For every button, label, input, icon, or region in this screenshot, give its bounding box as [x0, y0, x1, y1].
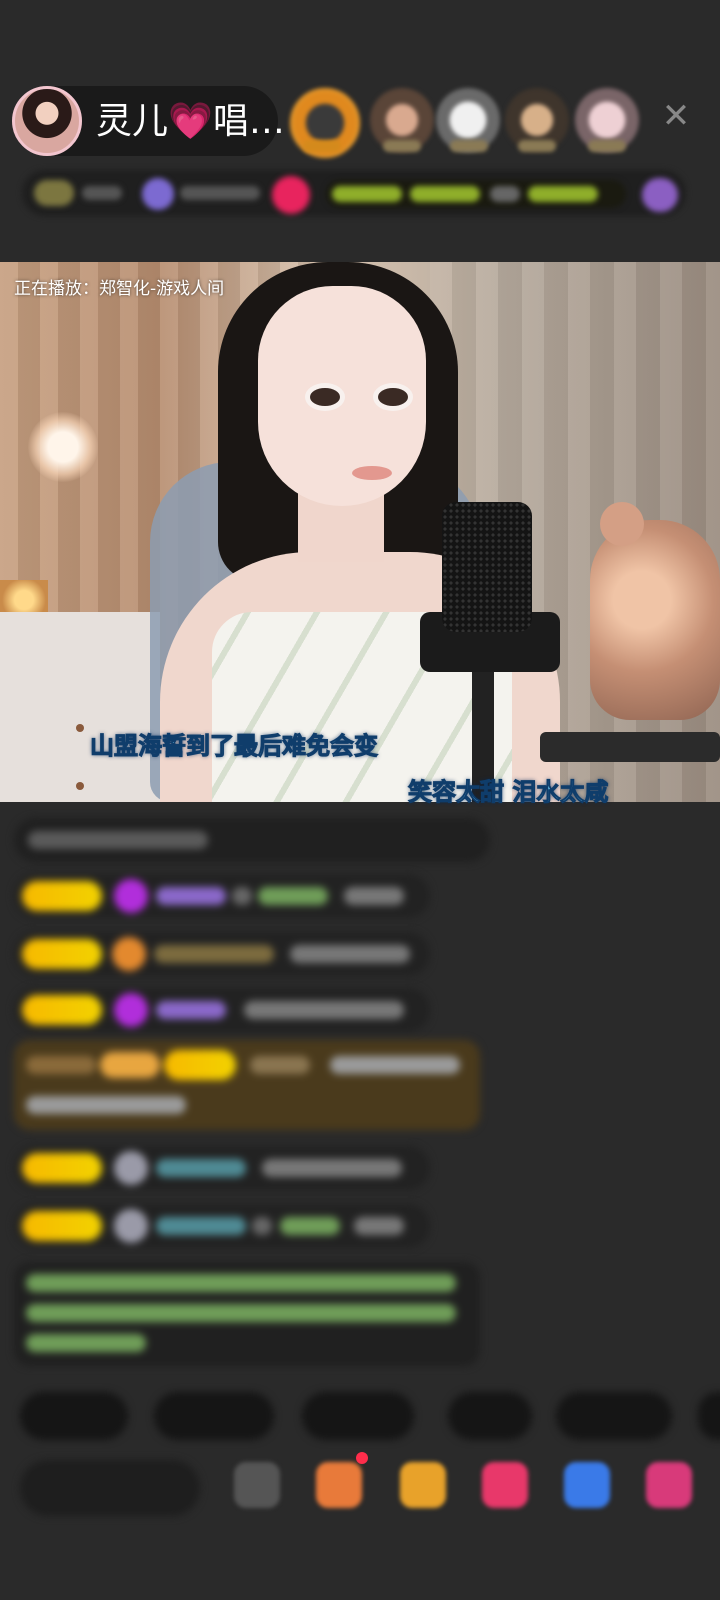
- fan-badge: [22, 1153, 102, 1183]
- host-name[interactable]: 灵儿💗唱…: [96, 100, 285, 144]
- share-icon[interactable]: [564, 1462, 610, 1508]
- viewer-rank-badge: [303, 140, 341, 152]
- host-avatar[interactable]: [12, 86, 82, 156]
- pk-icon[interactable]: [272, 176, 310, 214]
- now-playing-label: 正在播放：郑智化-游戏人间: [14, 279, 225, 299]
- popularity-text: [180, 186, 260, 200]
- streamer-eye: [310, 388, 340, 406]
- quick-reply-chip[interactable]: [556, 1392, 672, 1440]
- heart-icon: [114, 879, 148, 913]
- mic-boom: [540, 732, 720, 762]
- fan-badge: [22, 1211, 102, 1241]
- chat-message-vip[interactable]: [14, 1040, 480, 1130]
- lollipop-icon: [112, 937, 146, 971]
- teddy-bear: [590, 502, 720, 720]
- game-icon[interactable]: [482, 1462, 528, 1508]
- chat-message[interactable]: [14, 1204, 430, 1248]
- emoji-icon[interactable]: [234, 1462, 280, 1508]
- quick-reply-chip[interactable]: [448, 1392, 532, 1440]
- more-gift-icon[interactable]: [646, 1462, 692, 1508]
- fan-club-text: [410, 186, 480, 202]
- fan-badge: [22, 995, 102, 1025]
- fan-club-text: [490, 186, 520, 202]
- quick-reply-chip[interactable]: [154, 1392, 274, 1440]
- chat-message[interactable]: [14, 932, 430, 976]
- close-icon[interactable]: ✕: [660, 99, 692, 133]
- fan-badge: [164, 1050, 236, 1080]
- gift-icon[interactable]: [642, 178, 678, 212]
- popularity-icon: [142, 178, 174, 210]
- quick-reply-chip[interactable]: [302, 1392, 414, 1440]
- quick-reply-chip[interactable]: [698, 1392, 720, 1440]
- heart-icon: [114, 993, 148, 1027]
- viewer-rank-badge: [383, 140, 421, 152]
- rank-icon: [34, 180, 74, 206]
- chat-message[interactable]: [14, 988, 430, 1032]
- notification-dot: [356, 1452, 368, 1464]
- fan-club-text: [528, 186, 598, 202]
- viewer-rank-badge: [450, 140, 488, 152]
- rank-text: [82, 186, 122, 200]
- dresser: [0, 612, 160, 802]
- chat-message[interactable]: [14, 874, 430, 918]
- lyric-line: 山盟海誓到了最后难免会变: [90, 732, 379, 761]
- fan-club-text: [332, 186, 402, 202]
- viewer-rank-badge: [518, 140, 556, 152]
- shop-icon[interactable]: [316, 1462, 362, 1508]
- lamp: [28, 412, 98, 482]
- comment-input[interactable]: [20, 1460, 200, 1516]
- streamer-eye: [378, 388, 408, 406]
- quick-reply-chip[interactable]: [20, 1392, 128, 1440]
- gift-box-icon[interactable]: [400, 1462, 446, 1508]
- chat-message[interactable]: [14, 818, 490, 862]
- live-video[interactable]: [0, 262, 720, 802]
- fan-badge: [22, 881, 102, 911]
- cloud-icon: [114, 1151, 148, 1185]
- lyric-line: 笑容太甜 泪水太咸: [407, 778, 609, 807]
- chat-message[interactable]: [14, 1146, 430, 1190]
- fan-badge: [22, 939, 102, 969]
- microphone: [442, 502, 532, 632]
- cloud-icon: [114, 1209, 148, 1243]
- streamer-lips: [352, 466, 392, 480]
- system-notice: [14, 1262, 480, 1366]
- viewer-rank-badge: [588, 140, 626, 152]
